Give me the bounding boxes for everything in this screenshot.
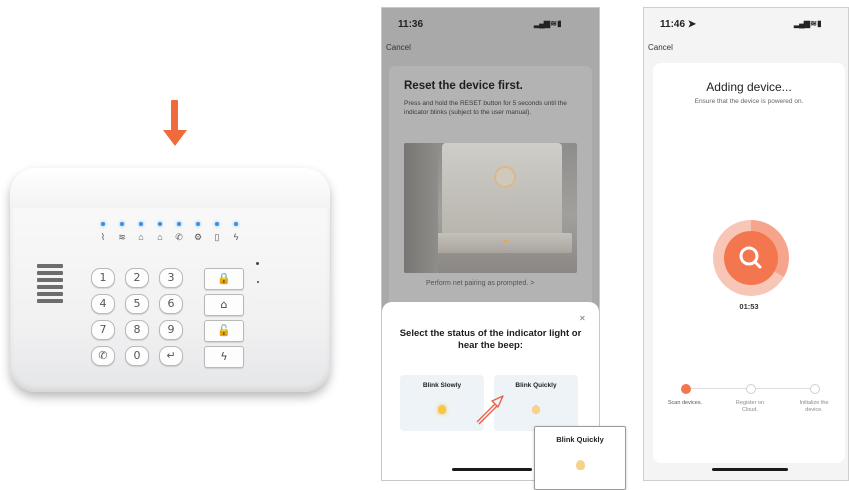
device-photo xyxy=(404,143,577,273)
alarm-panel-top xyxy=(10,168,330,208)
phone-screen-reset: 11:36 ▂▄▆ ≋ ▮ Cancel Reset the device fi… xyxy=(381,7,600,481)
phone-screen-adding: 11:46 ➤ ▂▄▆ ≋ ▮ Cancel Adding device... … xyxy=(643,7,849,481)
led-indicator xyxy=(177,222,181,226)
option-quick-label: Blink Quickly xyxy=(515,382,557,389)
phone-icon: ✆ xyxy=(175,232,183,242)
battery-icon: ▯ xyxy=(214,232,220,242)
adding-subtitle: Ensure that the device is powered on. xyxy=(694,98,804,105)
status-time: 11:46 ➤ xyxy=(660,19,697,30)
key-enter[interactable]: ↵ xyxy=(159,346,183,366)
photo-wall xyxy=(404,143,438,273)
signal-icon: ⌇ xyxy=(100,232,106,242)
adding-title: Adding device... xyxy=(706,80,792,94)
home-indicator xyxy=(452,468,532,471)
key-6[interactable]: 6 xyxy=(159,294,183,314)
led-indicator xyxy=(234,222,238,226)
key-7[interactable]: 7 xyxy=(91,320,115,340)
key-call[interactable]: ✆ xyxy=(91,346,115,366)
away-icon: ⌂ xyxy=(138,232,144,242)
key-4[interactable]: 4 xyxy=(91,294,115,314)
led-indicator xyxy=(196,222,200,226)
timer: 01:53 xyxy=(739,302,759,311)
sensor-hole xyxy=(257,281,259,283)
disarm-key[interactable]: 🔓 xyxy=(204,320,244,342)
led-indicator xyxy=(158,222,162,226)
led-indicator xyxy=(139,222,143,226)
indicator-light xyxy=(503,240,509,242)
option-blink-slowly[interactable]: Blink Slowly xyxy=(400,375,484,431)
key-8[interactable]: 8 xyxy=(125,320,149,340)
pairing-link[interactable]: Perform net pairing as prompted. > xyxy=(426,280,534,287)
step-scan-label: Scan devices. xyxy=(667,400,703,406)
sheet-title: Select the status of the indicator light… xyxy=(399,328,582,351)
step-initialize-label: Initialize the device. xyxy=(799,400,829,413)
led-indicator xyxy=(120,222,124,226)
key-9[interactable]: 9 xyxy=(159,320,183,340)
reset-description: Press and hold the RESET button for 5 se… xyxy=(404,100,567,116)
bulb-icon xyxy=(438,405,446,414)
callout-label: Blink Quickly xyxy=(556,435,604,444)
key-1[interactable]: 1 xyxy=(91,268,115,288)
home-icon: ⌂ xyxy=(157,232,163,242)
step-register-label: Register on Cloud. xyxy=(735,400,765,413)
cancel-link[interactable]: Cancel xyxy=(648,43,673,52)
key-3[interactable]: 3 xyxy=(159,268,183,288)
wifi-icon: ≋ xyxy=(118,232,126,242)
power-icon: ϟ xyxy=(233,232,239,242)
pointer-arrow-icon xyxy=(476,395,504,425)
status-time: 11:36 xyxy=(398,19,424,30)
bulb-icon xyxy=(532,405,540,414)
cancel-link[interactable]: Cancel xyxy=(386,43,411,52)
search-icon xyxy=(739,246,762,269)
microphone-hole xyxy=(256,262,259,265)
settings-icon: ⚙ xyxy=(193,232,203,242)
speaker-grille xyxy=(37,264,63,306)
led-indicator xyxy=(101,222,105,226)
blink-quickly-callout: Blink Quickly xyxy=(534,426,626,490)
arm-key[interactable]: 🔒 xyxy=(204,268,244,290)
step-register-icon xyxy=(746,384,756,394)
key-5[interactable]: 5 xyxy=(125,294,149,314)
reset-title: Reset the device first. xyxy=(404,80,523,92)
sos-key[interactable]: ϟ xyxy=(204,346,244,368)
down-arrow-icon xyxy=(171,100,178,134)
step-scan-icon xyxy=(681,384,691,394)
step-initialize-icon xyxy=(810,384,820,394)
close-icon[interactable]: ✕ xyxy=(579,314,586,323)
home-indicator xyxy=(712,468,788,471)
device-base xyxy=(434,233,572,253)
bulb-icon xyxy=(576,460,585,470)
key-0[interactable]: 0 xyxy=(125,346,149,366)
led-indicator xyxy=(215,222,219,226)
status-icons: ▂▄▆ ≋ ▮ xyxy=(534,19,562,28)
status-icons: ▂▄▆ ≋ ▮ xyxy=(794,19,822,28)
reset-button-icon xyxy=(494,166,516,188)
home-arm-key[interactable]: ⌂ xyxy=(204,294,244,316)
option-slow-label: Blink Slowly xyxy=(422,382,462,389)
down-arrow-head xyxy=(163,130,187,146)
device-body xyxy=(442,143,562,235)
key-2[interactable]: 2 xyxy=(125,268,149,288)
search-button xyxy=(724,231,778,285)
